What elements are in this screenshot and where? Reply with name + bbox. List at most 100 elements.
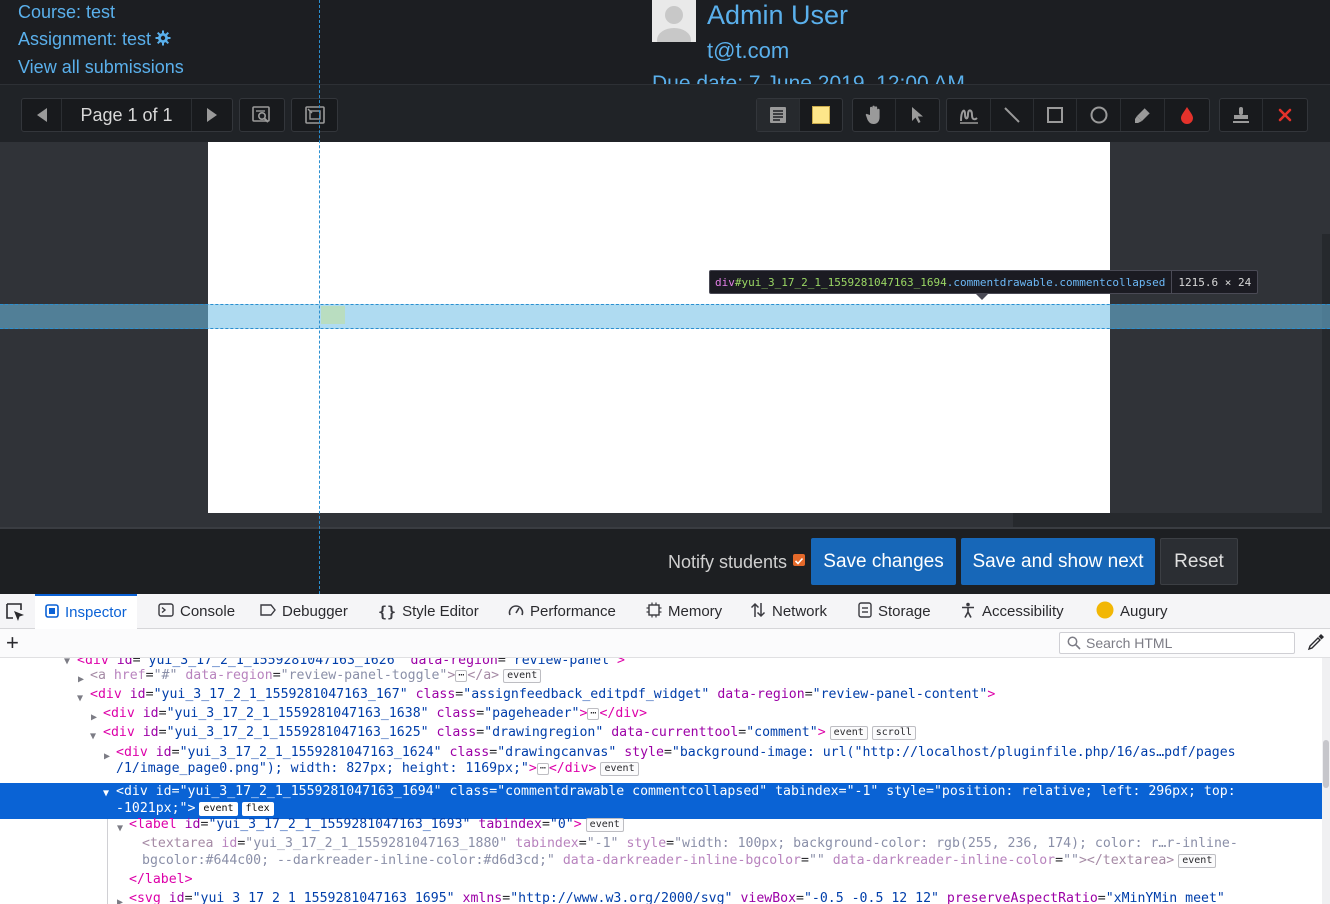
collapse-twisty-icon[interactable]: ▶ (91, 709, 97, 727)
expand-twisty-icon[interactable]: ▼ (64, 658, 70, 671)
markup-node[interactable]: <div id="yui_3_17_2_1_1559281047163_167"… (90, 686, 995, 704)
user-name-link[interactable]: Admin User (707, 0, 848, 31)
ellipsis-badge[interactable]: ⋯ (536, 763, 549, 775)
annotation-tools-group (946, 98, 1210, 132)
tab-debugger[interactable]: Debugger (260, 594, 348, 629)
expand-twisty-icon[interactable]: ▼ (90, 728, 96, 746)
expand-twisty-icon[interactable]: ▼ (117, 820, 123, 838)
tab-inspector[interactable]: Inspector (35, 594, 137, 629)
ellipsis-badge[interactable]: ⋯ (587, 708, 600, 720)
pan-tool-button[interactable] (853, 99, 896, 131)
delete-annotation-button[interactable] (1263, 99, 1307, 131)
page-select[interactable]: Page 1 of 1 (62, 99, 192, 131)
search-comments-icon (252, 106, 272, 124)
tab-memory[interactable]: Memory (646, 594, 722, 629)
reset-button[interactable]: Reset (1160, 538, 1238, 585)
scroll-badge[interactable]: scroll (871, 726, 916, 740)
highlighter-icon (1134, 106, 1152, 124)
course-link[interactable]: Course: test (18, 2, 115, 23)
eyedropper-icon[interactable] (1306, 632, 1326, 652)
tooltip-tag: div (715, 275, 735, 289)
tab-console[interactable]: Console (158, 594, 235, 629)
event-badge[interactable]: event (829, 726, 868, 740)
event-badge[interactable]: event (503, 669, 542, 683)
tooltip-arrow (976, 294, 988, 300)
editpdf-toolbar: Page 1 of 1 (0, 84, 1330, 142)
highlight-tool-button[interactable] (1121, 99, 1165, 131)
selected-markup-node[interactable]: ▼ <div id="yui_3_17_2_1_1559281047163_16… (0, 783, 1322, 819)
assignment-link[interactable]: Assignment: test (18, 29, 151, 49)
flex-badge[interactable]: flex (241, 802, 274, 816)
horizontal-scrollbar[interactable] (1013, 513, 1330, 527)
user-email-link[interactable]: t@t.com (707, 38, 789, 64)
drawing-region[interactable] (0, 142, 1330, 529)
next-page-button[interactable] (192, 99, 232, 131)
element-picker-icon[interactable] (4, 601, 26, 623)
rectangle-tool-button[interactable] (1034, 99, 1077, 131)
collapse-twisty-icon[interactable]: ▶ (78, 671, 84, 689)
markup-node-close[interactable]: </label> (129, 871, 193, 889)
comment-tool-button[interactable] (757, 99, 800, 131)
expand-button[interactable] (292, 99, 337, 131)
ellipsis-badge[interactable]: ⋯ (455, 670, 468, 682)
tooltip-selector: div #yui_3_17_2_1_1559281047163_1694 .comm… (710, 271, 1173, 293)
markup-node[interactable]: <svg id="yui_3_17_2_1_1559281047163_1695… (129, 890, 1225, 904)
grade-footer: Notify students Save changes Save and sh… (0, 529, 1330, 594)
markup-node[interactable]: <label id="yui_3_17_2_1_1559281047163_16… (129, 816, 624, 834)
expand-group (291, 98, 338, 132)
add-node-button[interactable]: + (6, 630, 19, 656)
due-date: Due date: 7 June 2019, 12:00 AM (652, 72, 965, 84)
comment-color-swatch (812, 106, 830, 124)
view-all-submissions-link[interactable]: View all submissions (18, 57, 184, 78)
search-html-input[interactable] (1086, 635, 1286, 651)
tab-augury[interactable]: Augury (1096, 594, 1168, 629)
comment-color-button[interactable] (800, 99, 842, 131)
network-icon (750, 602, 766, 622)
gear-icon[interactable] (155, 30, 171, 46)
tab-label: Network (772, 603, 828, 620)
pen-tool-button[interactable] (947, 99, 991, 131)
devtools-panel: Inspector Console Debugger {} Style Edito… (0, 594, 1330, 904)
tab-network[interactable]: Network (750, 594, 827, 629)
annotation-color-button[interactable] (1165, 99, 1209, 131)
search-html-box[interactable] (1059, 632, 1295, 654)
page-navigation: Page 1 of 1 (21, 98, 233, 132)
tab-label: Accessibility (982, 603, 1064, 620)
markup-node[interactable]: <textarea id="yui_3_17_2_1_1559281047163… (142, 835, 1238, 853)
previous-page-button[interactable] (22, 99, 62, 131)
collapse-twisty-icon[interactable]: ▶ (117, 894, 123, 904)
element-info-tooltip: div #yui_3_17_2_1_1559281047163_1694 .comm… (709, 270, 1259, 294)
line-tool-button[interactable] (991, 99, 1034, 131)
tab-style-editor[interactable]: {} Style Editor (378, 594, 479, 629)
markup-node[interactable]: <div id="yui_3_17_2_1_1559281047163_1638… (103, 705, 647, 723)
oval-tool-button[interactable] (1077, 99, 1121, 131)
expand-icon (304, 106, 325, 124)
collapse-twisty-icon[interactable]: ▶ (104, 748, 110, 766)
event-badge[interactable]: event (585, 818, 624, 832)
tab-accessibility[interactable]: Accessibility (960, 594, 1064, 629)
select-tool-button[interactable] (896, 99, 939, 131)
save-changes-button[interactable]: Save changes (811, 538, 956, 585)
tab-performance[interactable]: Performance (508, 594, 616, 629)
vertical-scrollbar[interactable] (1322, 234, 1330, 513)
collapsed-comment-marker[interactable] (321, 306, 345, 324)
tab-storage[interactable]: Storage (858, 594, 931, 629)
tooltip-id: #yui_3_17_2_1_1559281047163_1694 (734, 275, 947, 289)
markup-scrollbar-thumb[interactable] (1323, 740, 1329, 788)
markup-tree[interactable]: ▼ <div id="yui_3_17_2_1_1559281047163_16… (0, 658, 1330, 904)
markup-node[interactable]: <a href="#" data-region="review-panel-to… (90, 667, 542, 685)
assignment-line: Assignment: test (18, 29, 171, 50)
event-badge[interactable]: event (1178, 854, 1217, 868)
rectangle-icon (1046, 106, 1064, 124)
event-badge[interactable]: event (600, 762, 639, 776)
markup-node[interactable]: <div id="yui_3_17_2_1_1559281047163_1694… (116, 783, 1236, 801)
expand-twisty-icon[interactable]: ▼ (103, 785, 109, 803)
notify-students-checkbox[interactable] (793, 554, 805, 566)
event-badge[interactable]: event (199, 802, 238, 816)
stamp-tool-button[interactable] (1220, 99, 1263, 131)
expand-twisty-icon[interactable]: ▼ (77, 690, 83, 708)
markup-node[interactable]: <div id="yui_3_17_2_1_1559281047163_1625… (103, 724, 916, 742)
search-comments-button[interactable] (240, 99, 284, 131)
pen-icon (959, 106, 979, 124)
save-and-show-next-button[interactable]: Save and show next (961, 538, 1155, 585)
